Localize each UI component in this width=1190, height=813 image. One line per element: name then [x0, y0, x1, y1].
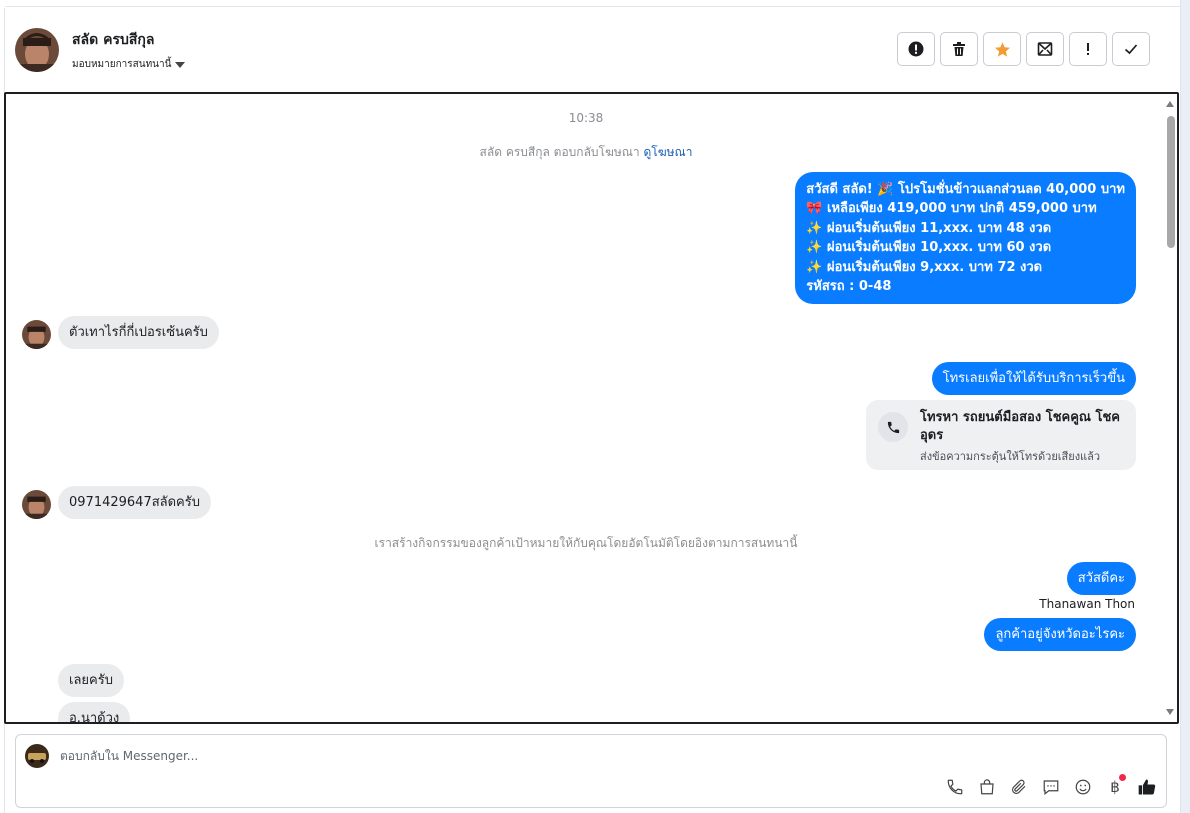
shop-button[interactable] [976, 776, 998, 798]
call-icon-circle [878, 412, 908, 442]
message-timestamp: 10:38 [568, 111, 604, 125]
mark-important-button[interactable] [1069, 32, 1107, 66]
promo-line: ✨ ผ่อนเริ่มต้นเพียง 11,xxx. บาท 48 งวด [806, 220, 1052, 236]
call-card-subtitle: ส่งข้อความกระตุ้นให้โทรด้วยเสียงแล้ว [920, 450, 1101, 463]
promo-message-bubble[interactable]: สวัสดี สลัด! 🎉 โปรโมชั่นข้าวแลกส่วนลด 40… [795, 172, 1136, 305]
composer-toolbar: ฿ [944, 774, 1158, 798]
messenger-inbox-window: สลัด ครบสีกุล มอบหมายการสนทนานี้ 10:38 ส… [0, 0, 1190, 813]
promo-line: ✨ ผ่อนเริ่มต้นเพียง 10,xxx. บาท 60 งวด [806, 240, 1052, 256]
conversation-header: สลัด ครบสีกุล มอบหมายการสนทนานี้ [5, 7, 1177, 91]
contact-avatar-small[interactable] [22, 320, 51, 349]
agent-name: Thanawan Thon [1039, 597, 1135, 611]
chat-bubble-icon [1043, 780, 1059, 795]
mark-unread-button[interactable] [1026, 32, 1064, 66]
contact-avatar[interactable] [15, 28, 59, 72]
star-button[interactable] [983, 32, 1021, 66]
outgoing-message-bubble[interactable]: ลูกค้าอยู่จังหวัดอะไรคะ [984, 618, 1136, 651]
notification-dot [1119, 774, 1126, 781]
saved-replies-button[interactable] [1040, 776, 1062, 798]
promo-line: 🎀 เหลือเพียง 419,000 บาท ปกติ 459,000 บา… [806, 201, 1097, 217]
right-panel-edge [1180, 0, 1190, 813]
chevron-down-icon [175, 61, 186, 68]
promo-line: ✨ ผ่อนเริ่มต้นเพียง 9,xxx. บาท 72 งวด [806, 259, 1043, 275]
emoji-button[interactable] [1072, 776, 1094, 798]
call-button[interactable] [944, 776, 966, 798]
promo-line: สวัสดี สลัด! 🎉 โปรโมชั่นข้าวแลกส่วนลด 40… [806, 182, 1125, 197]
emoji-icon [1075, 779, 1091, 795]
phone-icon [947, 779, 963, 795]
message-thread[interactable]: 10:38 สลัด ครบสีกุล ตอบกลับโฆษณา ดูโฆษณา… [4, 92, 1179, 724]
shopping-bag-icon [980, 779, 994, 795]
alert-circle-icon [908, 41, 924, 57]
scroll-down-arrow-icon[interactable] [1166, 709, 1174, 715]
call-request-card[interactable]: โทรหา รถยนต์มือสอง โชคคูณ โชค อุดร ส่งข้… [866, 400, 1136, 470]
thumbs-up-icon [1138, 779, 1156, 795]
check-icon [1124, 44, 1138, 55]
incoming-message-bubble[interactable]: เลยครับ [58, 664, 124, 697]
scrollbar-thumb[interactable] [1167, 116, 1175, 248]
paperclip-icon [1012, 779, 1026, 794]
outgoing-message-bubble[interactable]: สวัสดีคะ [1066, 562, 1136, 595]
assign-label: มอบหมายการสนทนานี้ [72, 59, 172, 70]
contact-name: สลัด ครบสีกุล [72, 32, 155, 48]
payment-button[interactable]: ฿ [1104, 774, 1126, 798]
exclamation-icon [1087, 43, 1089, 55]
incoming-message-bubble[interactable]: ตัวเทาไรกี่กี่เปอรเซ้นครับ [58, 316, 219, 349]
contact-avatar-small[interactable] [22, 490, 51, 519]
system-activity-notice: เราสร้างกิจกรรมของลูกค้าเป้าหมายให้กับคุ… [374, 536, 798, 550]
ad-reply-notice: สลัด ครบสีกุล ตอบกลับโฆษณา ดูโฆษณา [6, 143, 1166, 162]
view-ad-link[interactable]: ดูโฆษณา [644, 145, 693, 159]
page-avatar [25, 744, 49, 768]
baht-icon: ฿ [1110, 778, 1120, 796]
phone-icon [887, 421, 899, 433]
mark-unread-icon [1037, 42, 1053, 56]
promo-line: รหัสรถ : 0-48 [806, 279, 892, 295]
call-card-title: โทรหา รถยนต์มือสอง โชคคูณ โชค อุดร [920, 410, 1121, 443]
conversation-toolbar [897, 32, 1150, 66]
call-prompt-bubble[interactable]: โทรเลยเพื่อให้ได้รับบริการเร็วขึ้น [931, 362, 1136, 395]
assign-conversation-dropdown[interactable]: มอบหมายการสนทนานี้ [72, 57, 186, 72]
mark-done-button[interactable] [1112, 32, 1150, 66]
mark-spam-button[interactable] [897, 32, 935, 66]
trash-icon [953, 42, 965, 56]
incoming-message-bubble[interactable]: อ.นาด้วง [58, 702, 131, 722]
scroll-up-arrow-icon[interactable] [1166, 101, 1174, 107]
incoming-message-bubble[interactable]: 0971429647สลัดครับ [58, 486, 211, 519]
ad-reply-text: สลัด ครบสีกุล ตอบกลับโฆษณา [479, 145, 640, 159]
thread-scrollbar[interactable] [1163, 94, 1177, 722]
reply-input[interactable] [60, 749, 660, 763]
star-icon [994, 41, 1010, 57]
reply-composer: ฿ [15, 734, 1167, 808]
delete-button[interactable] [940, 32, 978, 66]
attach-button[interactable] [1008, 776, 1030, 798]
like-button[interactable] [1136, 776, 1158, 798]
